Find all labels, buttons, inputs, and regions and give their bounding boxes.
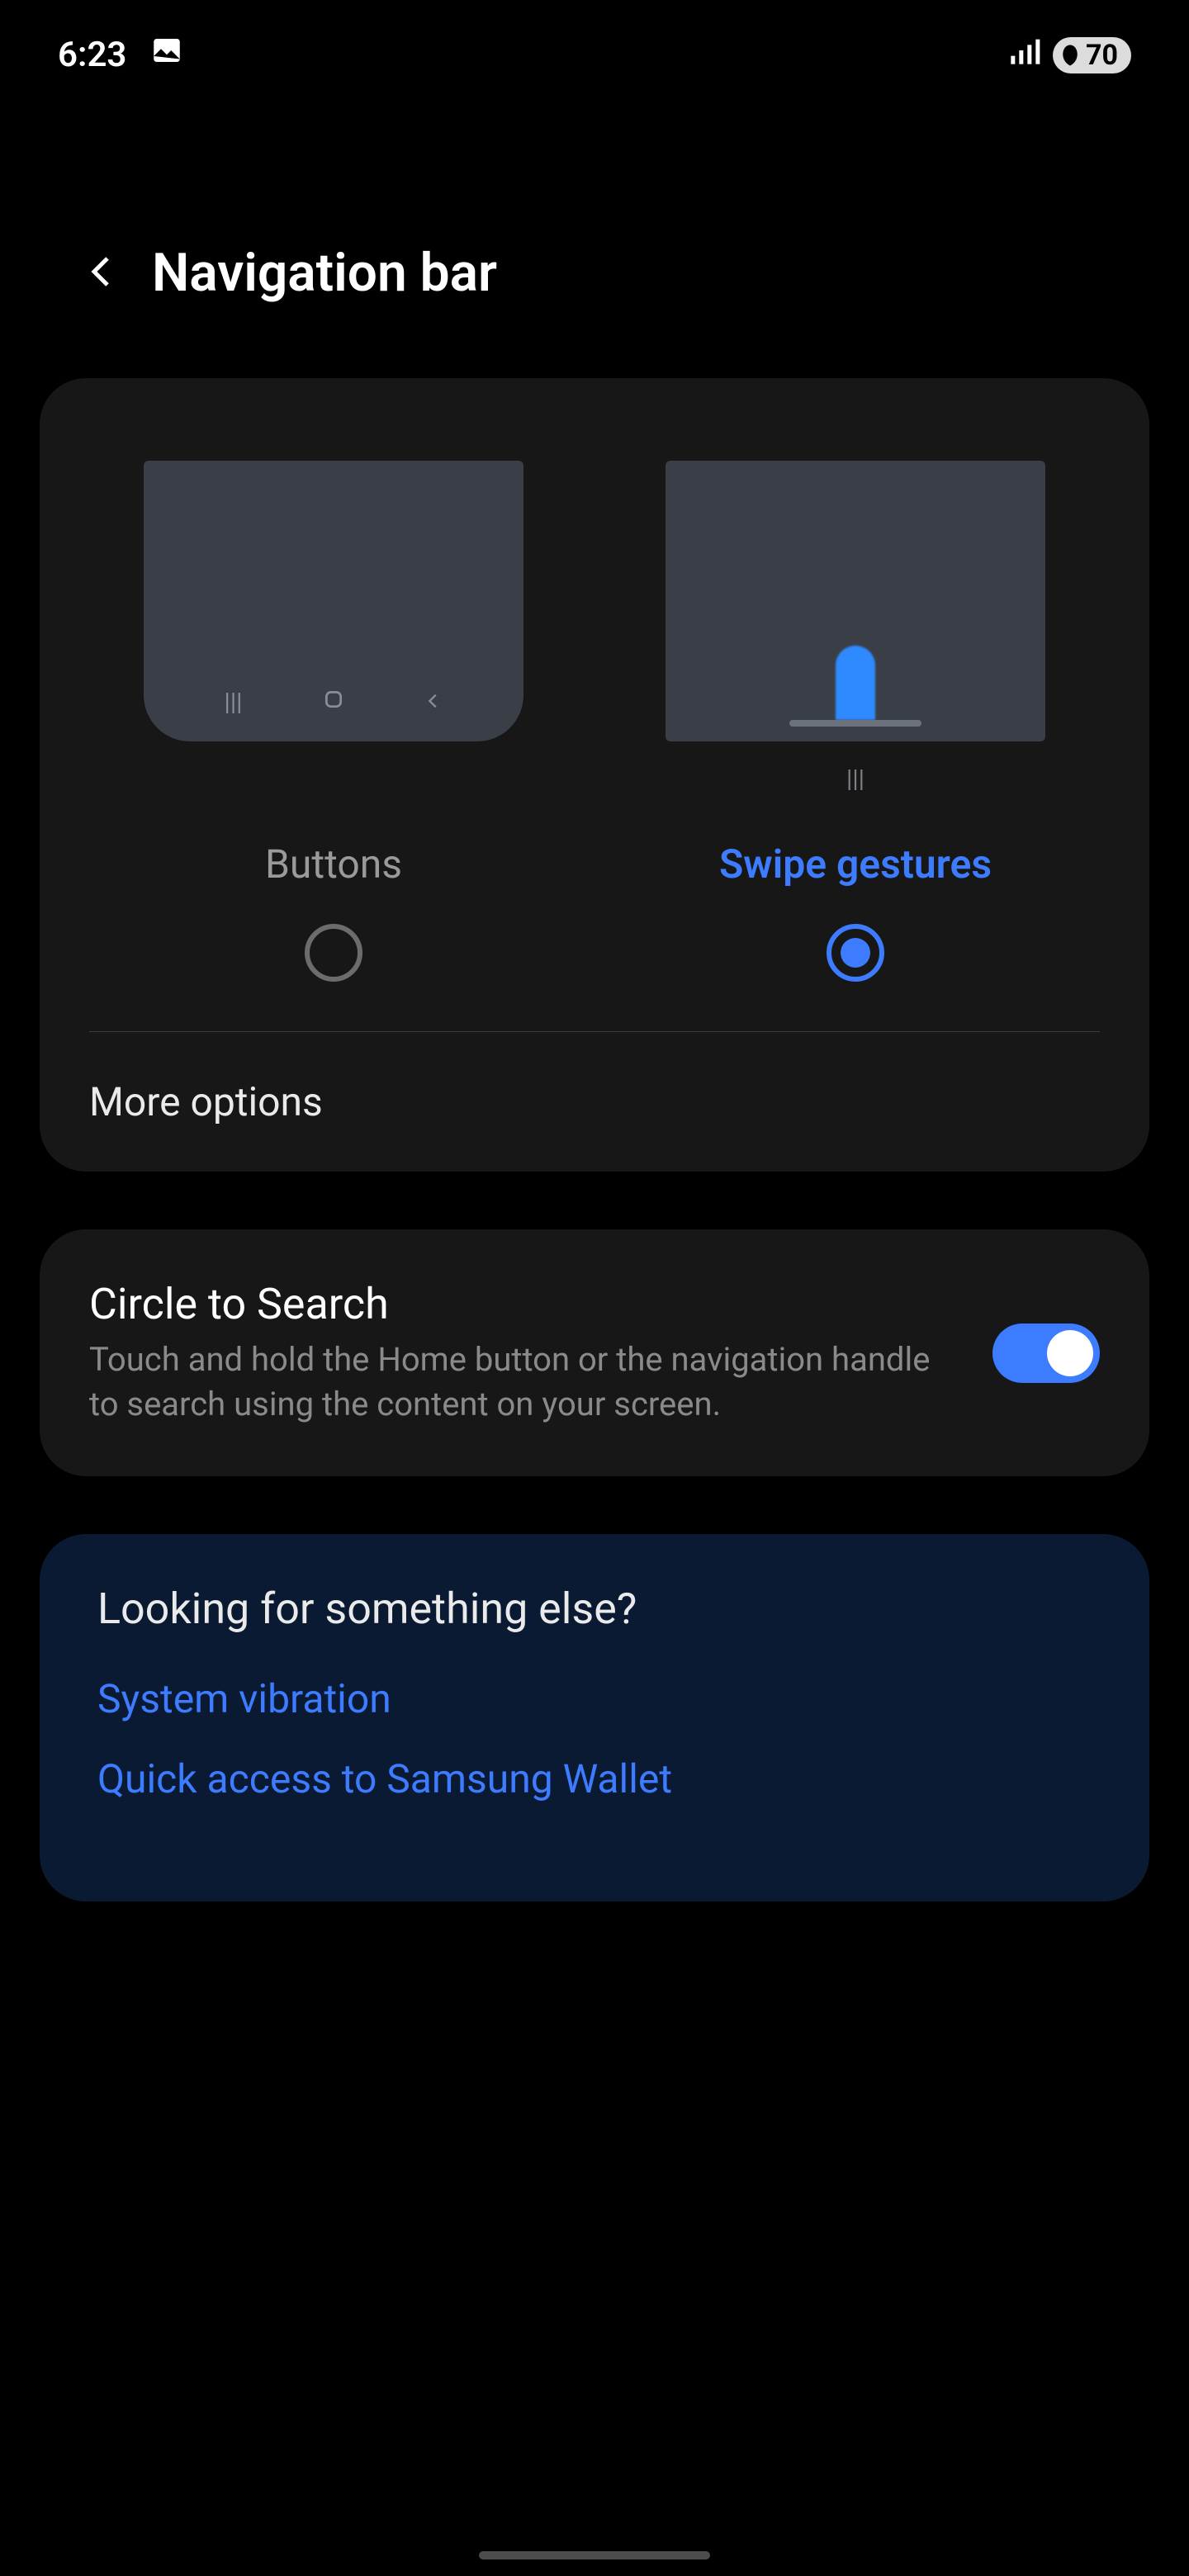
gesture-glow-icon: [836, 646, 875, 720]
nav-type-card: ||| Buttons ||| Swipe gestures: [40, 378, 1149, 1172]
nav-preview-swipe: [666, 461, 1045, 741]
related-heading: Looking for something else?: [97, 1584, 1092, 1634]
battery-pill: 70: [1053, 37, 1131, 73]
more-options-row[interactable]: More options: [40, 1032, 1149, 1172]
related-link-system-vibration[interactable]: System vibration: [97, 1675, 1092, 1722]
radio-swipe[interactable]: [827, 924, 884, 982]
circle-to-search-row[interactable]: Circle to Search Touch and hold the Home…: [40, 1229, 1149, 1476]
cts-toggle[interactable]: [992, 1324, 1100, 1383]
page-header: Navigation bar: [0, 93, 1189, 378]
status-time: 6:23: [58, 35, 126, 75]
home-glyph-icon: [323, 688, 344, 717]
nav-type-label-buttons: Buttons: [265, 841, 402, 888]
battery-level: 70: [1086, 39, 1118, 72]
nav-type-option-swipe[interactable]: ||| Swipe gestures: [666, 461, 1045, 982]
home-indicator[interactable]: [479, 2551, 710, 2559]
more-options-label: More options: [89, 1078, 323, 1125]
gesture-handle-icon: [789, 720, 921, 727]
cts-title: Circle to Search: [89, 1279, 959, 1329]
nav-type-label-swipe: Swipe gestures: [719, 841, 992, 888]
status-bar: 6:23 70: [0, 0, 1189, 93]
nav-type-option-buttons[interactable]: ||| Buttons: [144, 461, 523, 982]
radio-buttons[interactable]: [305, 924, 362, 982]
picture-icon: [149, 33, 184, 77]
related-card: Looking for something else? System vibra…: [40, 1534, 1149, 1901]
page-title: Navigation bar: [152, 242, 497, 304]
related-link-samsung-wallet[interactable]: Quick access to Samsung Wallet: [97, 1755, 1092, 1802]
back-icon[interactable]: [83, 252, 122, 295]
recents-strip-icon: |||: [846, 765, 865, 798]
back-glyph-icon: [424, 688, 443, 717]
signal-icon: [1008, 34, 1041, 76]
recents-glyph-icon: |||: [225, 688, 243, 717]
cts-description: Touch and hold the Home button or the na…: [89, 1338, 959, 1427]
nav-preview-buttons: |||: [144, 461, 523, 741]
